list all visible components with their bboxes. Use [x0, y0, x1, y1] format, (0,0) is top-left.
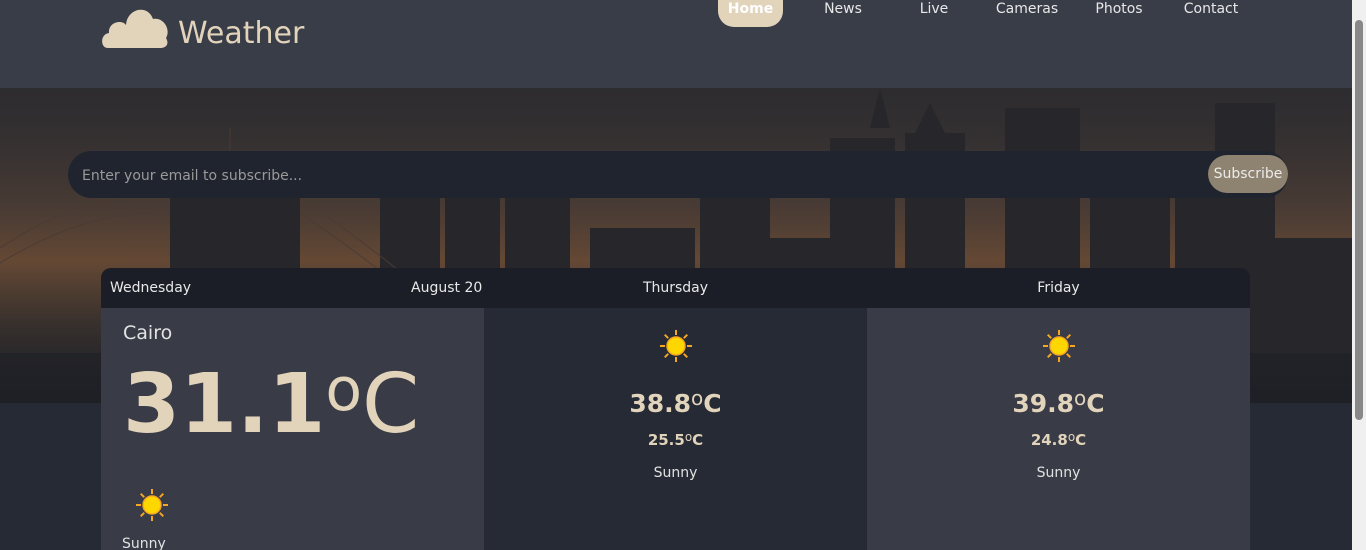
sun-icon	[660, 330, 692, 362]
degree-symbol: o	[1074, 386, 1087, 410]
cloud-icon	[102, 9, 168, 48]
temp-unit: C	[1086, 389, 1105, 418]
max-temperature: 38.8oC	[484, 386, 867, 418]
min-temperature: 24.8oC	[867, 430, 1250, 449]
sun-icon	[1043, 330, 1075, 362]
temp-unit: C	[692, 431, 704, 450]
site-header: Weather Home News Live Cameras Photos Co…	[0, 0, 1352, 88]
degree-symbol: o	[691, 386, 704, 410]
nav-news[interactable]: News	[812, 0, 874, 27]
max-value: 38.8	[629, 389, 692, 418]
subscribe-bar: Subscribe	[68, 151, 1288, 200]
day2-name: Thursday	[642, 280, 709, 296]
today-date: August 20	[411, 280, 483, 296]
min-value: 24.8	[1030, 431, 1068, 450]
nav-photos[interactable]: Photos	[1089, 0, 1149, 27]
day3-name: Friday	[1037, 280, 1080, 296]
max-temperature: 39.8oC	[867, 386, 1250, 418]
sun-icon	[136, 489, 168, 521]
min-value: 25.5	[647, 431, 685, 450]
temp-value: 31.1	[123, 357, 326, 452]
city-name: Cairo	[123, 322, 173, 344]
max-value: 39.8	[1012, 389, 1075, 418]
min-temperature: 25.5oC	[484, 430, 867, 449]
forecast-table: Wednesday August 20 Thursday Friday Cair…	[101, 268, 1250, 550]
today-day: Wednesday	[110, 280, 192, 296]
today-card: Cairo 31.1oC Sunny	[101, 308, 484, 550]
day3-condition: Sunny	[1036, 465, 1081, 481]
page-scrollbar[interactable]	[1352, 0, 1366, 550]
app-title: Weather	[178, 16, 305, 51]
temp-unit: C	[1075, 431, 1087, 450]
forecast-header: Wednesday August 20 Thursday Friday	[101, 268, 1250, 308]
temp-unit: C	[362, 357, 420, 452]
email-input[interactable]	[80, 151, 1204, 200]
today-condition: Sunny	[122, 536, 166, 550]
nav-contact[interactable]: Contact	[1178, 0, 1244, 27]
day2-condition: Sunny	[653, 465, 698, 481]
day3-card: 39.8oC 24.8oC Sunny	[867, 308, 1250, 550]
day2-card: 38.8oC 25.5oC Sunny	[484, 308, 867, 550]
subscribe-button[interactable]: Subscribe	[1208, 155, 1288, 193]
nav-home[interactable]: Home	[718, 0, 783, 27]
logo[interactable]: Weather	[100, 0, 304, 52]
scrollbar-thumb[interactable]	[1355, 20, 1363, 420]
nav-cameras[interactable]: Cameras	[990, 0, 1064, 27]
temp-unit: C	[703, 389, 722, 418]
nav-live[interactable]: Live	[908, 0, 960, 27]
degree-symbol: o	[325, 355, 363, 425]
current-temperature: 31.1oC	[123, 360, 419, 446]
